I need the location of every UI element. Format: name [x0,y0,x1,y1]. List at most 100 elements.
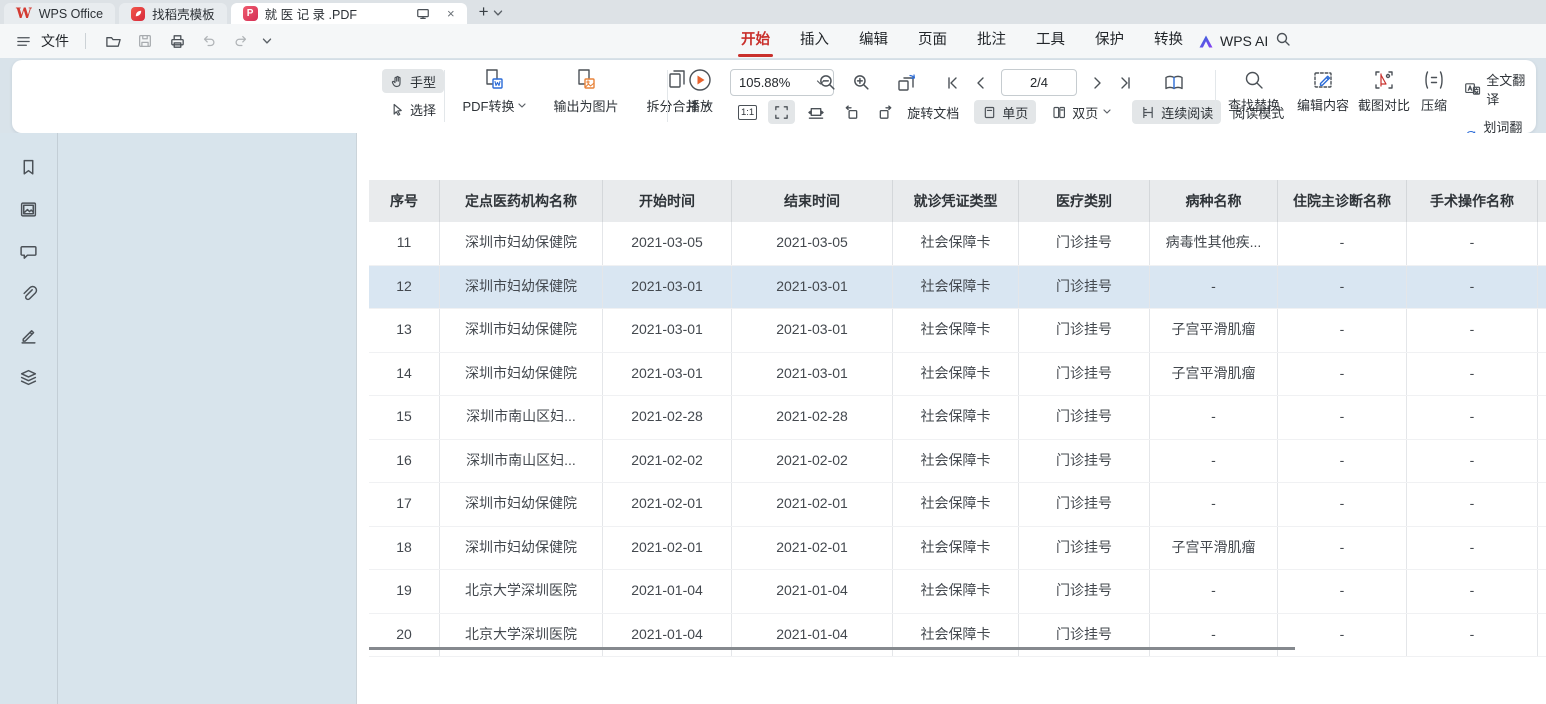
table-cell: 北京大学深圳医院 [440,570,603,613]
play-button[interactable]: 播放 [674,67,726,115]
menu-item[interactable]: 保护 [1080,24,1139,58]
table-header-row: 序号定点医药机构名称开始时间结束时间就诊凭证类型医疗类别病种名称住院主诊断名称手… [369,180,1546,222]
layers-icon[interactable] [17,365,41,389]
table-cell: - [1278,483,1407,526]
table-row[interactable]: 12深圳市妇幼保健院2021-03-012021-03-01社会保障卡门诊挂号-… [369,266,1546,310]
hand-tool-button[interactable]: 手型 [382,69,444,93]
single-page-button[interactable]: 单页 [974,100,1036,124]
column-header: 住院主诊断名称 [1278,180,1407,222]
thumbnail-icon[interactable] [17,197,41,221]
next-page-icon[interactable] [1092,76,1104,90]
wps-ai-button[interactable]: WPS AI [1198,24,1268,58]
table-row[interactable]: 19北京大学深圳医院2021-01-042021-01-04社会保障卡门诊挂号-… [369,570,1546,614]
save-icon[interactable] [134,30,156,52]
table-cell: 2021-01-04 [732,570,893,613]
table-row[interactable]: 13深圳市妇幼保健院2021-03-012021-03-01社会保障卡门诊挂号子… [369,309,1546,353]
last-page-icon[interactable] [1119,76,1133,90]
prev-page-icon[interactable] [974,76,986,90]
open-file-icon[interactable] [102,30,124,52]
file-menu[interactable]: 文件 [41,31,69,51]
divider [85,33,86,49]
search-icon[interactable] [1274,30,1292,48]
docer-logo-icon [131,7,145,21]
tab-docer-templates[interactable]: 找稻壳模板 [119,3,227,24]
one-to-one-icon: 1:1 [738,105,757,120]
play-label: 播放 [687,96,713,115]
tab-wps-office[interactable]: W WPS Office [4,3,115,24]
screenshot-compare-label: 截图对比 [1358,95,1410,114]
redo-icon[interactable] [230,30,252,52]
table-row[interactable]: 17深圳市妇幼保健院2021-02-012021-02-01社会保障卡门诊挂号-… [369,483,1546,527]
hamburger-icon[interactable] [16,34,31,49]
menu-item[interactable]: 工具 [1021,24,1080,58]
table-cell: - [1150,483,1278,526]
screenshot-compare-button[interactable]: 截图对比 [1353,69,1415,114]
table-row[interactable]: 20北京大学深圳医院2021-01-042021-01-04社会保障卡门诊挂号-… [369,614,1546,658]
menu-item[interactable]: 开始 [726,24,785,58]
page-indicator-input[interactable]: 2/4 [1001,69,1077,96]
double-page-button[interactable]: 双页 [1043,100,1119,124]
table-row[interactable]: 11深圳市妇幼保健院2021-03-052021-03-05社会保障卡门诊挂号病… [369,222,1546,266]
pdf-convert-button[interactable]: PDF转换 [450,67,538,115]
tab-document-pdf[interactable]: P 就 医 记 录 .PDF × [231,3,467,24]
table-cell: 社会保障卡 [893,266,1019,309]
table-cell: 2021-03-01 [603,353,732,396]
rotate-left-button[interactable] [837,100,865,124]
menu-item[interactable]: 批注 [962,24,1021,58]
read-mode-icon[interactable] [1162,73,1186,93]
table-cell: 深圳市妇幼保健院 [440,222,603,265]
tab-label: 找稻壳模板 [152,4,215,23]
menu-item[interactable]: 页面 [903,24,962,58]
present-to-screen-icon[interactable] [416,7,430,21]
table-cell: - [1407,353,1538,396]
menu-item[interactable]: 编辑 [844,24,903,58]
zoom-in-icon[interactable] [852,73,871,92]
edit-content-button[interactable]: 编辑内容 [1291,69,1355,114]
column-header: 病种名称 [1150,180,1278,222]
single-page-icon [982,105,997,120]
tab-list-chevron-icon[interactable] [493,10,503,17]
attachment-icon[interactable] [17,281,41,305]
export-image-label: 输出为图片 [553,96,618,115]
column-header: 就诊凭证类型 [893,180,1019,222]
zoom-out-icon[interactable] [818,73,837,92]
fit-width-button[interactable] [802,100,830,124]
export-image-button[interactable]: 输出为图片 [538,67,634,115]
full-translate-button[interactable]: 全文翻译 [1464,70,1536,108]
menu-item[interactable]: 插入 [785,24,844,58]
table-cell: - [1278,222,1407,265]
table-cell: 病毒性其他疾... [1150,222,1278,265]
tab-label: 就 医 记 录 .PDF [265,4,357,23]
table-cell: - [1407,570,1538,613]
undo-icon[interactable] [198,30,220,52]
table-cell: 门诊挂号 [1019,527,1150,570]
zoom-level-value: 105.88% [739,75,790,90]
find-replace-button[interactable]: 查找替换 [1222,69,1286,114]
double-page-label: 双页 [1072,103,1098,122]
comment-icon[interactable] [17,239,41,263]
table-cell: 2021-01-04 [603,570,732,613]
signature-icon[interactable] [17,323,41,347]
new-tab-button[interactable]: + [479,2,489,22]
fit-page-button[interactable] [768,100,795,124]
print-icon[interactable] [166,30,188,52]
table-row[interactable]: 16深圳市南山区妇...2021-02-022021-02-02社会保障卡门诊挂… [369,440,1546,484]
actual-size-button[interactable]: 1:1 [734,100,761,124]
pdf-page[interactable]: 序号定点医药机构名称开始时间结束时间就诊凭证类型医疗类别病种名称住院主诊断名称手… [356,133,1546,704]
first-page-icon[interactable] [945,76,959,90]
rotate-doc-label[interactable]: 旋转文档 [907,103,959,122]
continuous-read-button[interactable]: 连续阅读 [1132,100,1221,124]
select-tool-button[interactable]: 选择 [382,97,444,121]
close-tab-icon[interactable]: × [447,7,455,20]
menu-item[interactable]: 转换 [1139,24,1198,58]
table-cell: 2021-03-01 [732,309,893,352]
table-row[interactable]: 18深圳市妇幼保健院2021-02-012021-02-01社会保障卡门诊挂号子… [369,527,1546,571]
bookmark-icon[interactable] [17,155,41,179]
rotate-pages-icon[interactable] [896,73,918,93]
table-row[interactable]: 15深圳市南山区妇...2021-02-282021-02-28社会保障卡门诊挂… [369,396,1546,440]
rotate-right-button[interactable] [872,100,900,124]
table-row[interactable]: 14深圳市妇幼保健院2021-03-012021-03-01社会保障卡门诊挂号子… [369,353,1546,397]
quickbar-chevron-icon[interactable] [262,38,272,45]
table-cell: - [1407,483,1538,526]
compress-button[interactable]: 压缩 [1410,69,1458,114]
